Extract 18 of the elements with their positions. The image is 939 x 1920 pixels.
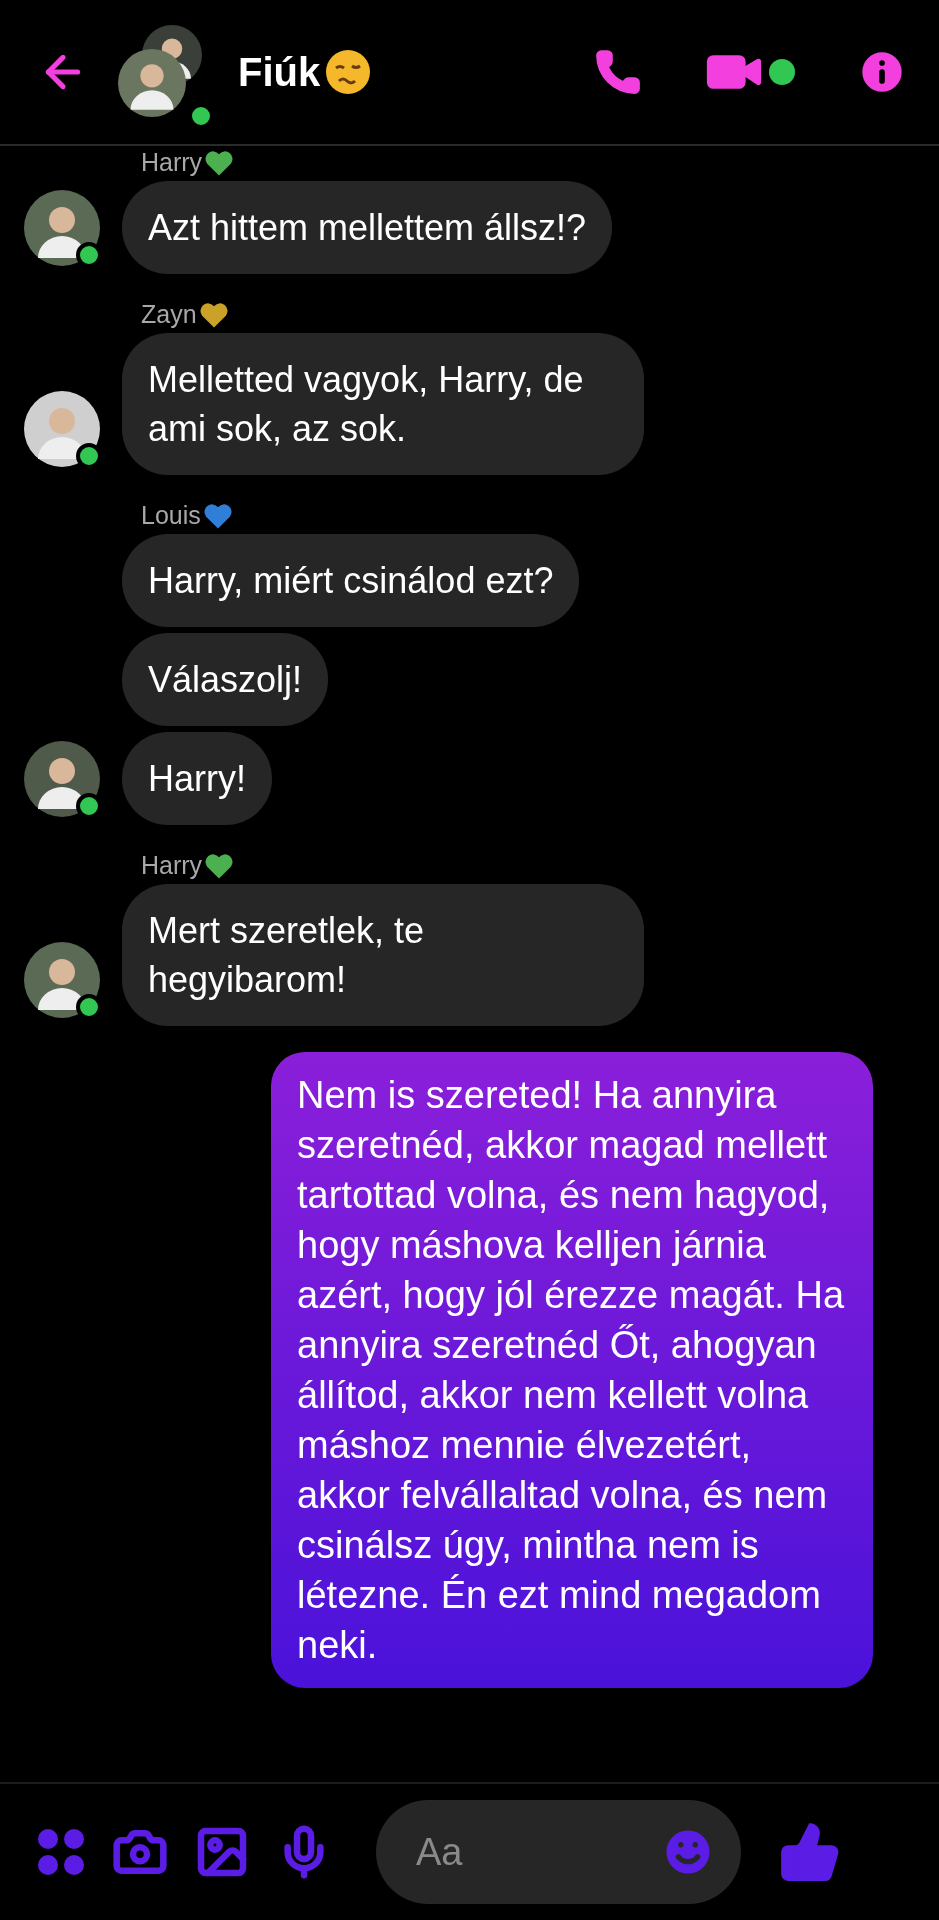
message-bubble: Melletted vagyok, Harry, de ami sok, az sok. [122, 333, 644, 475]
sender-name: Harry [141, 851, 203, 880]
message-bubble: Harry! [122, 732, 272, 825]
sender-name: Louis [141, 501, 201, 530]
menu-icon[interactable] [36, 1827, 86, 1877]
sender-name: Harry [141, 148, 203, 177]
message-bubble: Mert szeretlek, te hegyibarom! [122, 884, 644, 1026]
message-input[interactable]: Aa [414, 1829, 659, 1875]
sender-name: Zayn [141, 300, 197, 329]
phone-button[interactable] [593, 47, 643, 97]
emoji-icon [324, 48, 373, 96]
message-bubble: Nem is szereted! Ha annyira szeretnéd, akkor magad mellett tartottad volna, és nem hagyod, hogy máshova kelljen járnia azért, hogy jól érezze magát. Ha annyira szeretnéd Őt, ahogyan állítod, akkor nem kellett volna máshoz mennie élvezetért, akkor felvállaltad volna, és nem csinálsz úgy, mintha nem is létezne. Én ezt mind megadom neki. [271, 1052, 873, 1688]
message-field[interactable]: Aa [376, 1800, 741, 1904]
message-bubble: Azt hittem mellettem állsz!? [122, 181, 613, 274]
message-bubble: Harry, miért csinálod ezt? [122, 534, 580, 627]
avatar [118, 49, 186, 117]
message-bubble: Válaszolj! [122, 633, 329, 726]
chat-title: Fiúk [238, 49, 321, 95]
